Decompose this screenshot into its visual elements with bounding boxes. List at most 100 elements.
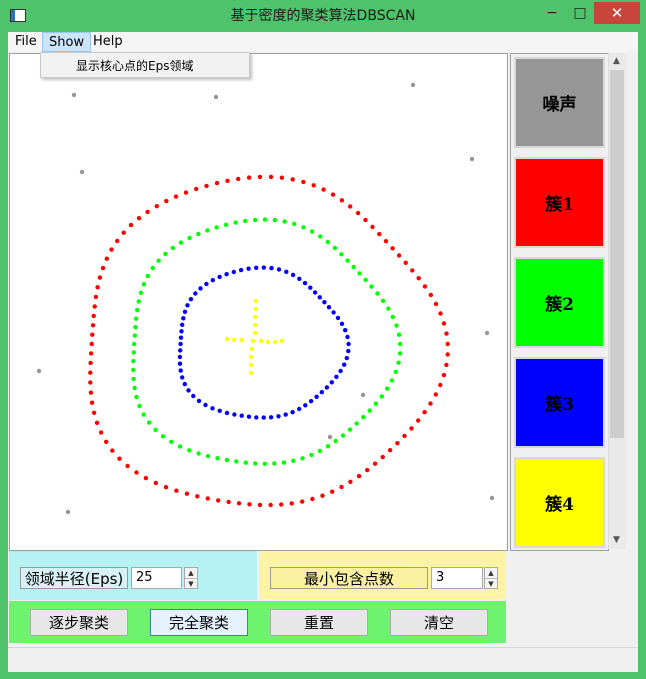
points-plot[interactable]: [10, 54, 507, 550]
cluster-3-point: [297, 276, 302, 281]
noise-point: [410, 82, 416, 88]
cluster-2-point: [351, 264, 356, 270]
cluster-1-point: [441, 321, 447, 326]
cluster-canvas[interactable]: [9, 53, 508, 551]
cluster-2-point: [272, 217, 278, 223]
cluster-1-point: [257, 502, 263, 508]
cluster-2-point: [131, 376, 136, 382]
menu-file[interactable]: File: [9, 32, 43, 52]
cluster-3-point: [334, 374, 339, 379]
legend-cluster-1[interactable]: 簇1: [514, 157, 605, 248]
cluster-3-point: [210, 406, 215, 411]
clear-button[interactable]: 清空: [390, 609, 488, 636]
cluster-1-point: [396, 253, 402, 258]
spin-up-icon[interactable]: ▲: [485, 568, 497, 579]
cluster-2-point: [160, 434, 166, 439]
spin-down-icon[interactable]: ▼: [485, 579, 497, 589]
minpts-input[interactable]: 3: [431, 567, 483, 589]
legend-cluster-3[interactable]: 簇3: [514, 357, 605, 448]
cluster-3-point: [308, 399, 314, 404]
step-cluster-button[interactable]: 逐步聚类: [30, 609, 128, 636]
legend-cluster-2[interactable]: 簇2: [514, 257, 605, 348]
cluster-3-point: [317, 295, 322, 300]
close-button[interactable]: ✕: [594, 2, 640, 24]
cluster-3-point: [180, 375, 185, 380]
cluster-2-point: [292, 221, 297, 227]
cluster-2-point: [291, 458, 296, 463]
cluster-4-point: [249, 346, 255, 352]
cluster-1-point: [154, 204, 159, 209]
cluster-2-point: [252, 217, 258, 223]
cluster-1-point: [136, 216, 142, 221]
noise-point: [327, 434, 333, 440]
cluster-1-point: [428, 292, 433, 298]
cluster-1-point: [143, 475, 149, 481]
cluster-3-point: [343, 328, 348, 333]
cluster-1-point: [183, 190, 189, 195]
cluster-3-point: [193, 291, 198, 296]
spin-down-icon[interactable]: ▼: [185, 579, 197, 589]
cluster-1-point: [163, 485, 169, 490]
cluster-2-point: [224, 457, 230, 463]
cluster-2-point: [187, 235, 192, 241]
cluster-3-point: [324, 385, 330, 390]
cluster-1-point: [121, 230, 126, 235]
cluster-3-point: [217, 274, 222, 280]
spin-up-icon[interactable]: ▲: [185, 568, 197, 579]
cluster-1-point: [444, 362, 449, 368]
scroll-down-icon[interactable]: ▼: [608, 532, 625, 549]
eps-spinner[interactable]: ▲ ▼: [184, 567, 198, 589]
scrollbar-thumb[interactable]: [610, 70, 624, 438]
menu-item-show-core-eps[interactable]: 显示核心点的Eps领域: [76, 57, 193, 74]
cluster-1-point: [380, 454, 385, 460]
reset-button[interactable]: 重置: [270, 609, 368, 636]
cluster-3-point: [238, 267, 244, 273]
menu-help[interactable]: Help: [87, 32, 129, 52]
cluster-3-point: [302, 280, 308, 286]
cluster-2-point: [132, 333, 137, 338]
cluster-1-point: [153, 480, 158, 486]
cluster-2-point: [309, 452, 314, 458]
cluster-2-point: [309, 229, 315, 234]
cluster-1-point: [433, 392, 438, 397]
legend-noise[interactable]: 噪声: [514, 57, 605, 148]
menu-show[interactable]: Show: [42, 32, 92, 52]
cluster-4-point: [279, 338, 285, 344]
cluster-1-point: [91, 410, 97, 415]
scroll-up-icon[interactable]: ▲: [608, 53, 625, 70]
maximize-button[interactable]: □: [566, 2, 594, 24]
cluster-2-point: [281, 460, 287, 465]
cluster-1-point: [205, 496, 210, 501]
cluster-2-point: [132, 385, 137, 391]
cluster-4-point: [272, 339, 278, 345]
noise-point: [469, 156, 475, 162]
cluster-2-point: [340, 433, 346, 438]
cluster-2-point: [282, 219, 287, 224]
cluster-1-point: [372, 461, 378, 466]
legend-label: 噪声: [542, 95, 577, 115]
cluster-2-point: [178, 240, 184, 245]
cluster-2-point: [196, 231, 201, 237]
cluster-3-point: [261, 265, 266, 270]
cluster-1-point: [444, 331, 449, 336]
cluster-3-point: [331, 310, 336, 315]
minimize-button[interactable]: −: [538, 2, 566, 24]
cluster-1-point: [93, 294, 99, 300]
cluster-3-point: [180, 322, 185, 327]
cluster-1-point: [89, 341, 94, 347]
cluster-3-point: [283, 412, 288, 417]
cluster-3-point: [182, 309, 188, 314]
legend-cluster-4[interactable]: 簇4: [514, 457, 605, 548]
minpts-spinner[interactable]: ▲ ▼: [484, 567, 498, 589]
full-cluster-button[interactable]: 完全聚类: [150, 609, 248, 636]
cluster-4-point: [248, 354, 254, 360]
cluster-2-point: [141, 282, 147, 287]
cluster-2-point: [253, 461, 258, 466]
legend-label: 簇3: [545, 395, 574, 415]
eps-input[interactable]: 25: [131, 567, 182, 589]
cluster-3-point: [186, 388, 191, 393]
cluster-2-point: [347, 427, 353, 432]
cluster-3-point: [312, 290, 318, 295]
cluster-1-point: [355, 210, 361, 216]
empty-panel: [507, 551, 637, 645]
